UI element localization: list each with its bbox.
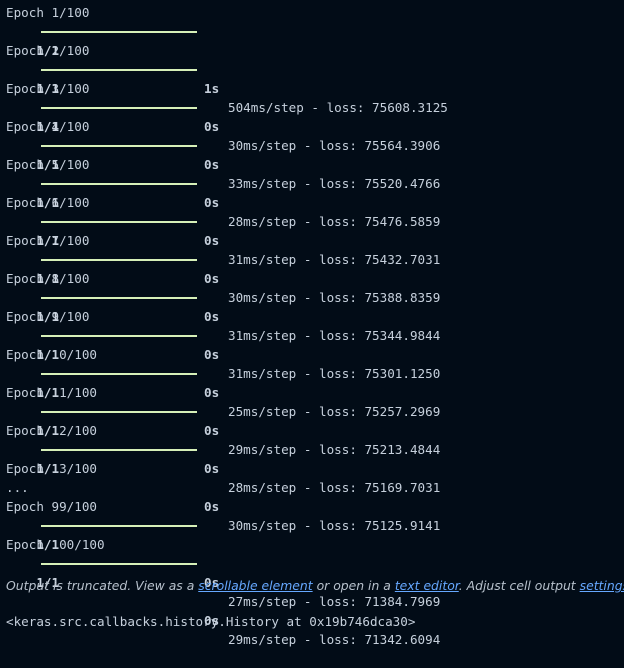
epoch-header: Epoch 3/100 xyxy=(6,81,90,96)
progress-row: 1/1 0s 25ms/step - loss: 75257.2969 xyxy=(6,326,618,419)
epoch-header: Epoch 10/100 xyxy=(6,347,97,362)
epoch-header: Epoch 13/100 xyxy=(6,461,97,476)
progress-row: 1/1 1s 504ms/step - loss: 75608.3125 xyxy=(6,22,618,115)
progress-bar xyxy=(41,145,197,147)
epoch-header: Epoch 99/100 xyxy=(6,499,97,514)
progress-bar xyxy=(41,259,197,261)
progress-bar xyxy=(41,411,197,413)
epoch-header: Epoch 8/100 xyxy=(6,271,90,286)
epoch-header: Epoch 4/100 xyxy=(6,119,90,134)
cell-result: <keras.src.callbacks.history.History at … xyxy=(6,614,416,629)
epoch-header: Epoch 100/100 xyxy=(6,537,105,552)
progress-row: 1/1 0s 28ms/step - loss: 75169.7031 xyxy=(6,402,618,495)
truncation-middle: or open in a xyxy=(312,578,395,593)
progress-bar xyxy=(41,297,197,299)
progress-row: 1/1 0s 30ms/step - loss: 75125.9141 xyxy=(6,440,618,533)
truncation-prefix: Output is truncated. View as a xyxy=(6,578,199,593)
progress-row: 1/1 0s 33ms/step - loss: 75520.4766 xyxy=(6,98,618,191)
progress-bar xyxy=(41,335,197,337)
progress-bar xyxy=(41,183,197,185)
epoch-header: Epoch 5/100 xyxy=(6,157,90,172)
epoch-header: Epoch 1/100 xyxy=(6,5,90,20)
progress-bar xyxy=(41,69,197,71)
truncation-ellipsis: ... xyxy=(6,480,29,495)
progress-row: 1/1 0s 28ms/step - loss: 75476.5859 xyxy=(6,136,618,229)
progress-row: 1/1 0s 30ms/step - loss: 75564.3906 xyxy=(6,60,618,153)
scrollable-element-link[interactable]: scrollable element xyxy=(198,578,312,593)
progress-bar xyxy=(41,449,197,451)
epoch-header: Epoch 11/100 xyxy=(6,385,97,400)
settings-link[interactable]: settings xyxy=(580,578,624,593)
epoch-header: Epoch 7/100 xyxy=(6,233,90,248)
epoch-header: Epoch 2/100 xyxy=(6,43,90,58)
truncation-suffix: . Adjust cell output xyxy=(458,578,580,593)
cell-output: Epoch 1/100 1/1 1s 504ms/step - loss: 75… xyxy=(6,3,618,647)
text-editor-link[interactable]: text editor xyxy=(395,578,459,593)
truncation-notice: Output is truncated. View as a scrollabl… xyxy=(6,577,624,595)
progress-bar xyxy=(41,221,197,223)
progress-bar xyxy=(41,525,197,527)
progress-bar xyxy=(41,31,197,33)
progress-row: 1/1 0s 27ms/step - loss: 71384.7969 xyxy=(6,516,618,609)
epoch-header: Epoch 6/100 xyxy=(6,195,90,210)
progress-bar xyxy=(41,563,197,565)
progress-row: 1/1 0s 30ms/step - loss: 75388.8359 xyxy=(6,212,618,305)
progress-bar xyxy=(41,373,197,375)
epoch-header: Epoch 9/100 xyxy=(6,309,90,324)
progress-row: 1/1 0s 31ms/step - loss: 75301.1250 xyxy=(6,288,618,381)
progress-row: 1/1 0s 29ms/step - loss: 75213.4844 xyxy=(6,364,618,457)
epoch-header: Epoch 12/100 xyxy=(6,423,97,438)
progress-row: 1/1 0s 29ms/step - loss: 71342.6094 xyxy=(6,554,618,647)
progress-bar xyxy=(41,107,197,109)
progress-row: 1/1 0s 31ms/step - loss: 75432.7031 xyxy=(6,174,618,267)
progress-row: 1/1 0s 31ms/step - loss: 75344.9844 xyxy=(6,250,618,343)
